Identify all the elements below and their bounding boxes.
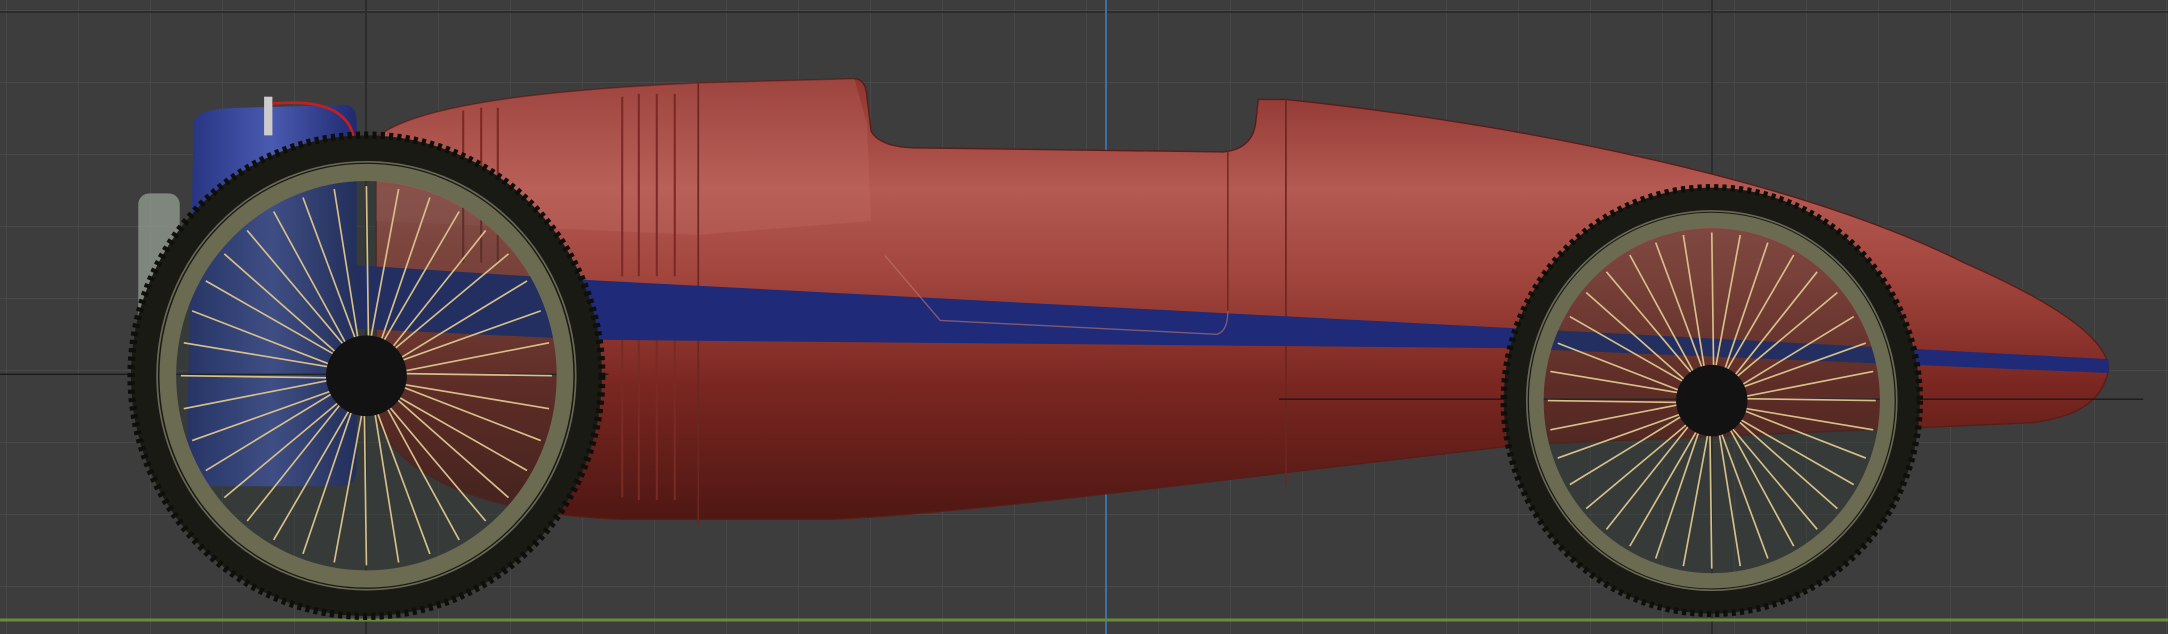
radiator-cap	[264, 96, 273, 136]
rear-wheel[interactable]	[1500, 184, 1924, 618]
3d-viewport[interactable]	[0, 0, 2168, 634]
wheel-hub	[325, 335, 407, 417]
wheel-hub	[1676, 364, 1748, 437]
front-wheel[interactable]	[127, 131, 606, 620]
viewport-canvas[interactable]	[0, 0, 2168, 634]
